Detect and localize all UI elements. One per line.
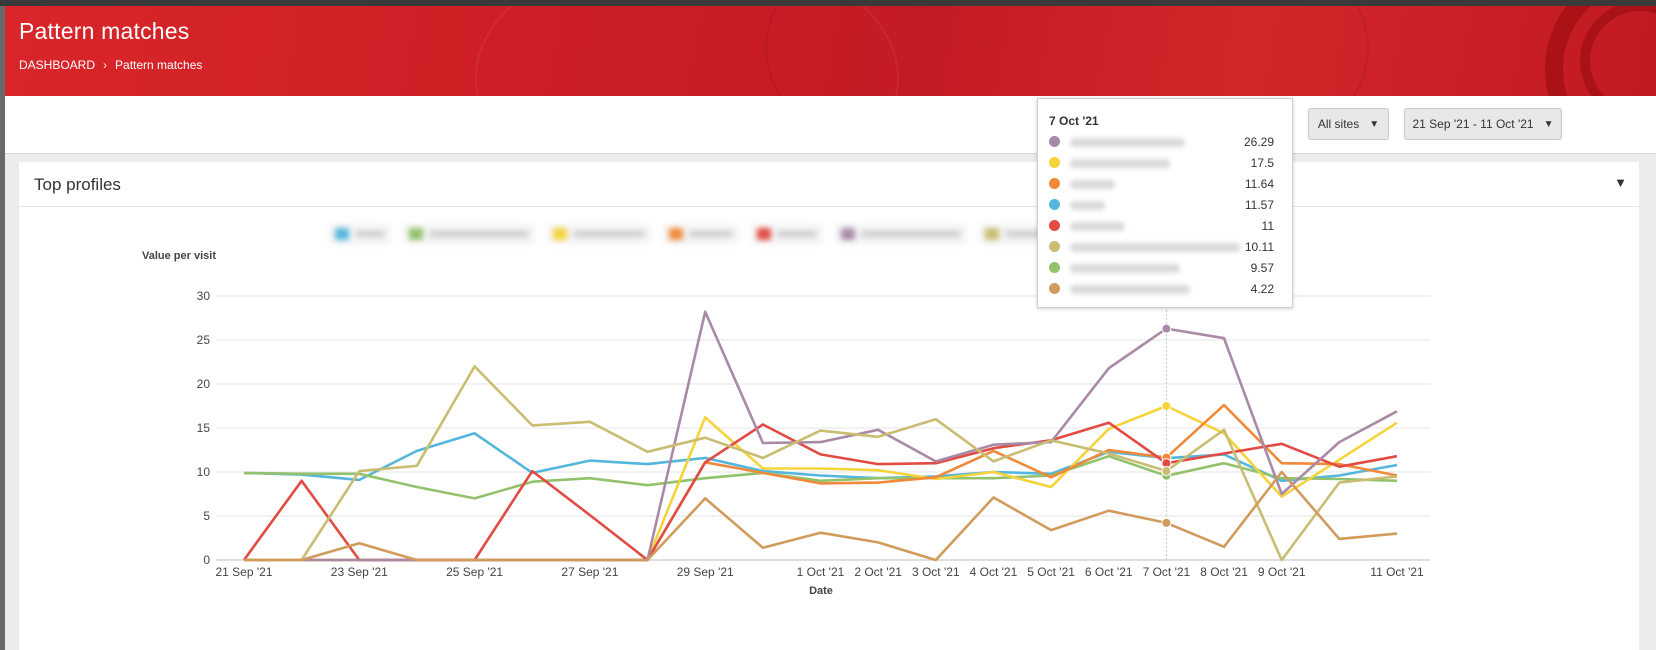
series-color-dot [1049, 241, 1060, 252]
tooltip-series-name-redacted [1070, 285, 1190, 294]
series-color-dot [1049, 262, 1060, 273]
y-tick-label: 0 [203, 553, 210, 567]
tooltip-series-name-redacted [1070, 201, 1105, 210]
line-chart[interactable]: 0 5 10 15 20 25 30 21 Sep '21 23 Sep '21 25 Sep … [19, 162, 1639, 650]
tooltip-value: 9.57 [1250, 261, 1274, 275]
data-point-marker[interactable] [1161, 466, 1172, 477]
y-tick-label: 20 [197, 377, 211, 391]
x-tick-label: 5 Oct '21 [1027, 565, 1075, 579]
date-range-label: 21 Sep '21 - 11 Oct '21 [1412, 117, 1534, 131]
x-axis: 21 Sep '21 23 Sep '21 25 Sep '21 27 Sep '21… [215, 565, 1424, 579]
tooltip-value: 4.22 [1250, 282, 1274, 296]
data-point-marker[interactable] [1161, 401, 1172, 411]
tooltip-series-name-redacted [1070, 264, 1180, 273]
tooltip-row: 26.29 [1048, 133, 1280, 151]
tooltip-row: 17.5 [1048, 154, 1280, 172]
breadcrumb-chevron-icon: › [103, 58, 108, 72]
x-tick-label: 29 Sep '21 [677, 565, 734, 579]
x-tick-label: 6 Oct '21 [1085, 565, 1133, 579]
chart-tooltip: 7 Oct '21 26.29 17.5 11.64 11.57 11 10.11 9.57… [1037, 98, 1293, 308]
series-line[interactable] [243, 454, 1398, 500]
data-point-marker[interactable] [1161, 517, 1172, 528]
y-tick-label: 5 [203, 509, 210, 523]
x-tick-label: 25 Sep '21 [446, 565, 503, 579]
chart-series [242, 310, 1398, 562]
data-point-marker[interactable] [1161, 323, 1172, 334]
sites-dropdown[interactable]: All sites ▼ [1308, 108, 1389, 140]
page-title: Pattern matches [19, 18, 190, 44]
app-window: Pattern matches DASHBOARD › Pattern matc… [5, 6, 1656, 650]
x-tick-label: 3 Oct '21 [912, 565, 960, 579]
header-decoration [765, 6, 1369, 96]
x-tick-label: 8 Oct '21 [1200, 565, 1248, 579]
tooltip-row: 11 [1048, 217, 1280, 235]
series-color-dot [1049, 220, 1060, 231]
breadcrumb-current: Pattern matches [115, 58, 203, 72]
x-tick-label: 21 Sep '21 [215, 565, 272, 579]
tooltip-series-name-redacted [1070, 159, 1170, 168]
series-line[interactable] [243, 431, 1398, 483]
dropdown-arrow-icon: ▼ [1543, 118, 1554, 130]
tooltip-series-name-redacted [1070, 243, 1240, 252]
x-tick-label: 7 Oct '21 [1143, 565, 1191, 579]
x-tick-label: 1 Oct '21 [797, 565, 845, 579]
y-tick-label: 10 [197, 465, 211, 479]
tooltip-row: 9.57 [1048, 259, 1280, 277]
sites-dropdown-label: All sites [1317, 117, 1360, 131]
tooltip-series-name-redacted [1070, 180, 1115, 189]
series-color-dot [1049, 136, 1060, 147]
tooltip-row: 11.57 [1048, 196, 1280, 214]
top-profiles-panel: Top profiles ▼ 0 5 10 15 20 25 30 21 Sep '21 23… [19, 162, 1639, 650]
tooltip-value: 17.5 [1250, 156, 1274, 170]
y-tick-label: 25 [197, 333, 211, 347]
series-color-dot [1049, 283, 1060, 294]
tooltip-date: 7 Oct '21 [1049, 114, 1099, 128]
x-axis-title: Date [809, 585, 833, 597]
series-color-dot [1049, 199, 1060, 210]
tooltip-value: 10.11 [1244, 240, 1274, 254]
x-tick-label: 23 Sep '21 [331, 565, 388, 579]
tooltip-series-name-redacted [1070, 138, 1185, 147]
breadcrumb: DASHBOARD › Pattern matches [19, 58, 202, 72]
dropdown-arrow-icon: ▼ [1369, 118, 1380, 130]
date-range-dropdown[interactable]: 21 Sep '21 - 11 Oct '21 ▼ [1404, 108, 1562, 140]
x-tick-label: 4 Oct '21 [970, 565, 1018, 579]
tooltip-value: 11 [1261, 219, 1274, 233]
tooltip-row: 10.11 [1048, 238, 1280, 256]
tooltip-row: 11.64 [1048, 175, 1280, 193]
tooltip-value: 26.29 [1243, 135, 1274, 149]
y-axis: 0 5 10 15 20 25 30 [197, 289, 211, 567]
tooltip-series-name-redacted [1070, 222, 1125, 231]
x-tick-label: 2 Oct '21 [854, 565, 902, 579]
filter-toolbar: All sites ▼ 21 Sep '21 - 11 Oct '21 ▼ [5, 96, 1656, 154]
y-axis-title: Value per visit [142, 250, 216, 262]
tooltip-value: 11.57 [1244, 198, 1274, 212]
series-line[interactable] [244, 310, 1398, 562]
y-tick-label: 15 [197, 421, 211, 435]
breadcrumb-dashboard-link[interactable]: DASHBOARD [19, 58, 95, 72]
x-tick-label: 9 Oct '21 [1258, 565, 1306, 579]
series-color-dot [1049, 178, 1060, 189]
page-header: Pattern matches DASHBOARD › Pattern matc… [5, 6, 1656, 96]
tooltip-row: 4.22 [1048, 280, 1280, 298]
y-tick-label: 30 [197, 289, 211, 303]
series-color-dot [1049, 157, 1060, 168]
tooltip-value: 11.64 [1244, 177, 1274, 191]
x-tick-label: 11 Oct '21 [1370, 565, 1424, 579]
x-tick-label: 27 Sep '21 [561, 565, 618, 579]
